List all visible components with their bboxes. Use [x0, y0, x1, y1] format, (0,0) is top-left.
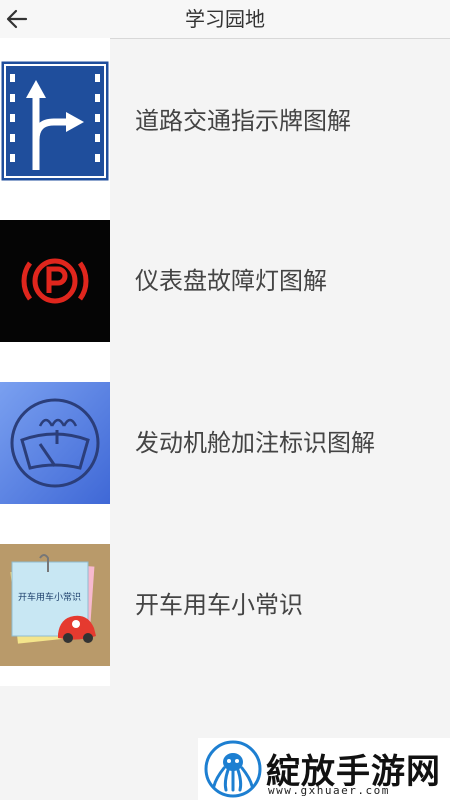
list-item-label: 发动机舱加注标识图解 — [135, 429, 375, 457]
engine-bay-thumbnail — [0, 382, 110, 504]
traffic-sign-thumbnail — [0, 60, 110, 182]
windshield-washer-icon — [0, 382, 110, 504]
list-item-label: 开车用车小常识 — [135, 591, 303, 619]
list-item-label: 仪表盘故障灯图解 — [135, 267, 327, 295]
list-item-car-tips[interactable]: 开车用车小常识 开车用车小常识 — [0, 544, 450, 666]
back-button[interactable] — [0, 0, 34, 38]
list-item-engine-bay[interactable]: 发动机舱加注标识图解 — [0, 382, 450, 504]
list-item-label: 道路交通指示牌图解 — [135, 107, 351, 135]
car-notes-icon — [0, 544, 110, 666]
dashboard-light-thumbnail — [0, 220, 110, 342]
page-title: 学习园地 — [185, 7, 265, 31]
site-watermark: 綻放手游网 www.gxhuaer.com — [198, 738, 450, 800]
traffic-sign-icon — [0, 60, 110, 182]
parking-brake-warning-icon — [0, 220, 110, 342]
car-tips-thumb-text: 开车用车小常识 — [18, 593, 82, 603]
list-item-dashboard-lights[interactable]: 仪表盘故障灯图解 — [0, 220, 450, 342]
car-tips-thumbnail: 开车用车小常识 — [0, 544, 110, 666]
arrow-left-icon — [6, 9, 28, 29]
watermark-url: www.gxhuaer.com — [268, 784, 390, 797]
app-header: 学习园地 — [0, 0, 450, 39]
list-item-traffic-signs[interactable]: 道路交通指示牌图解 — [0, 60, 450, 182]
octopus-logo-icon — [204, 740, 262, 798]
